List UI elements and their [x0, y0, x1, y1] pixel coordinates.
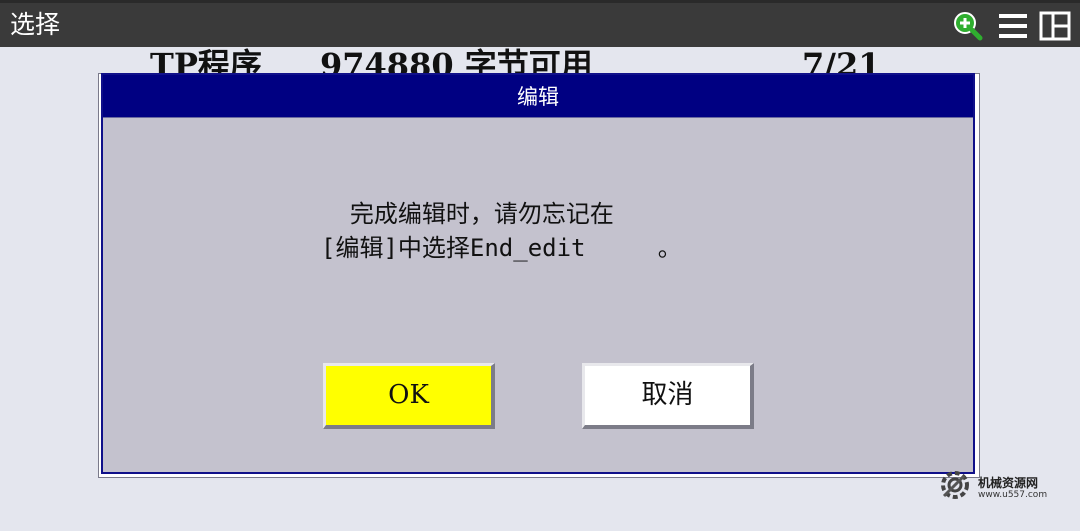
header-bytes-available: 974880 字节可用 — [320, 47, 593, 73]
dialog-message-line1: 完成编辑时，请勿忘记在 — [321, 200, 614, 228]
header-tp-program: TP程序 — [150, 47, 262, 73]
gear-wrench-icon — [941, 471, 969, 499]
ok-button[interactable]: OK — [323, 363, 495, 429]
layout-icon[interactable] — [1039, 10, 1071, 42]
dialog-message-line2: [编辑]中选择End_edit 。 — [321, 234, 682, 262]
edit-dialog: 编辑 完成编辑时，请勿忘记在 [编辑]中选择End_edit 。 OK 取消 — [101, 73, 975, 474]
zoom-in-icon[interactable] — [951, 10, 983, 42]
title-bar: 选择 — [0, 0, 1080, 47]
menu-icon[interactable] — [997, 10, 1029, 42]
watermark-url: www.u557.com — [978, 490, 1048, 500]
watermark-name: 机械资源网 — [978, 476, 1039, 490]
program-list-header: TP程序 974880 字节可用 7/21 — [0, 47, 1080, 73]
header-page-count: 7/21 — [802, 47, 881, 73]
window-title: 选择 — [10, 10, 61, 39]
cancel-button[interactable]: 取消 — [582, 363, 754, 429]
dialog-title: 编辑 — [103, 75, 973, 118]
watermark-logo: 机械资源网 www.u557.com — [936, 466, 1076, 506]
